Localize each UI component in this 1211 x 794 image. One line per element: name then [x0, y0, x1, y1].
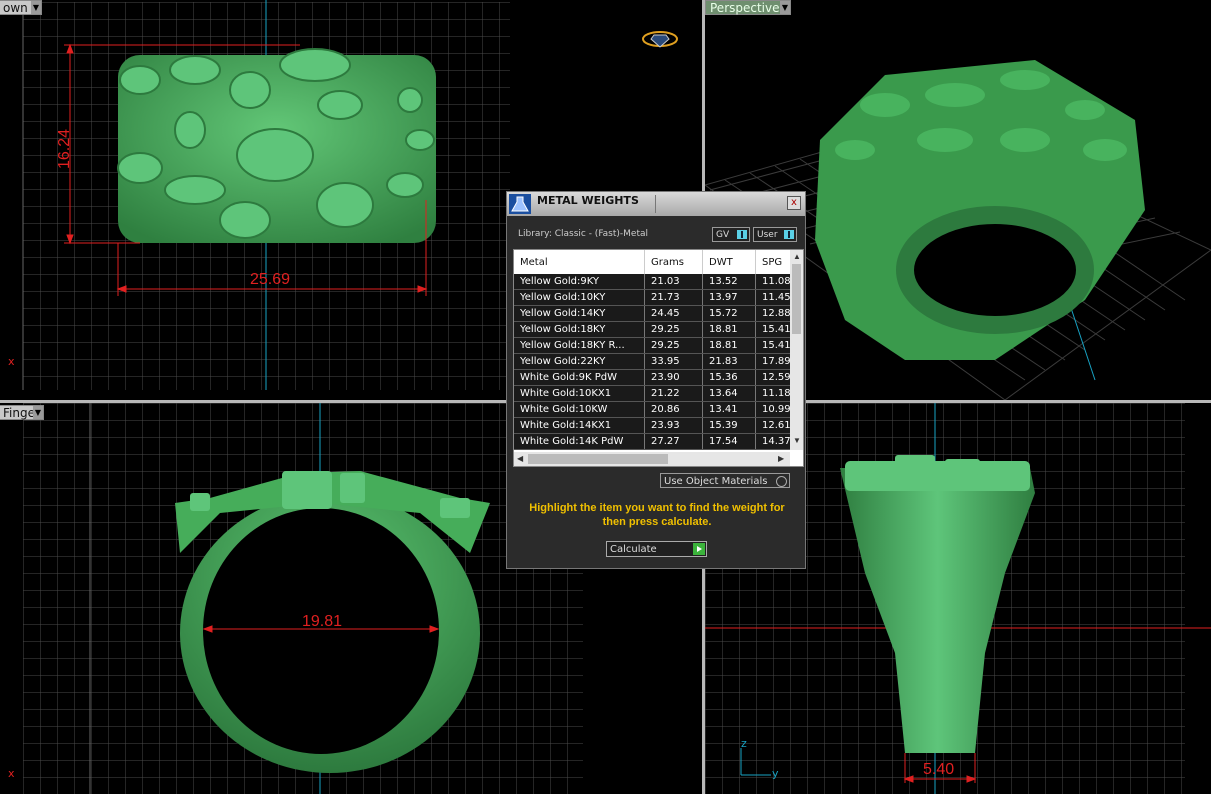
metal-cell: Yellow Gold:22KY: [514, 353, 645, 370]
dwt-cell: 13.52: [702, 274, 756, 290]
gv-label: GV: [716, 230, 730, 240]
top-view-tab[interactable]: own ▼: [0, 0, 42, 15]
horizontal-scroll-thumb[interactable]: [528, 454, 668, 464]
z-axis-label: z: [741, 737, 747, 750]
metal-cell: White Gold:14KX1: [514, 417, 645, 434]
table-row[interactable]: Yellow Gold:9KY 21.03 13.52 11.08: [514, 274, 796, 290]
dwt-cell: 13.97: [702, 289, 756, 306]
metal-table[interactable]: Metal Grams DWT SPG Yellow Gold:9KY 21.03…: [513, 249, 804, 467]
dwt-cell: 15.72: [702, 305, 756, 322]
metal-cell: White Gold:10KX1: [514, 385, 645, 402]
table-row[interactable]: White Gold:14K PdW 27.27 17.54 14.37: [514, 433, 796, 450]
calculate-label: Calculate: [610, 544, 657, 555]
dwt-cell: 21.83: [702, 353, 756, 370]
user-label: User: [757, 230, 778, 240]
dwt-cell: 13.64: [702, 385, 756, 402]
top-viewport[interactable]: own ▼ 16.24 25.69 x: [0, 0, 510, 400]
close-icon[interactable]: x: [787, 196, 801, 210]
play-icon[interactable]: [693, 543, 705, 555]
instruction-text: Highlight the item you want to find the …: [529, 502, 785, 528]
perspective-label: Perspective: [710, 1, 780, 15]
chevron-down-icon[interactable]: ▼: [780, 1, 790, 14]
height-dimension: 16.24: [56, 128, 74, 170]
dwt-cell: 18.81: [702, 321, 756, 338]
table-row[interactable]: White Gold:14KX1 23.93 15.39 12.61: [514, 417, 796, 434]
metal-cell: White Gold:9K PdW: [514, 369, 645, 386]
metal-cell: Yellow Gold:10KY: [514, 289, 645, 306]
metal-cell: Yellow Gold:18KY: [514, 321, 645, 338]
dwt-cell: 17.54: [702, 433, 756, 450]
use-object-materials-button[interactable]: Use Object Materials: [660, 473, 790, 488]
metal-weights-dialog[interactable]: METAL WEIGHTS x Library: Classic - (Fast…: [506, 191, 806, 569]
library-label: Library: Classic - (Fast)-Metal: [518, 229, 649, 239]
width-dimension: 25.69: [250, 271, 291, 288]
gem-logo-icon: [642, 31, 678, 48]
use-object-materials-label: Use Object Materials: [664, 476, 768, 487]
column-header-dwt[interactable]: DWT: [702, 250, 756, 274]
gv-switch-icon: [737, 230, 747, 239]
user-toggle[interactable]: User: [753, 227, 797, 242]
title-separator: [655, 195, 656, 213]
metal-cell: Yellow Gold:18KY R...: [514, 337, 645, 354]
chevron-down-icon[interactable]: ▼: [31, 1, 41, 14]
grams-cell: 29.25: [644, 321, 703, 338]
gv-toggle[interactable]: GV: [712, 227, 750, 242]
inner-diameter-dimension: 19.81: [302, 613, 343, 630]
perspective-tab[interactable]: Perspective ▼: [705, 0, 791, 15]
grams-cell: 27.27: [644, 433, 703, 450]
grams-cell: 23.90: [644, 369, 703, 386]
scroll-up-icon[interactable]: ▲: [793, 252, 801, 261]
top-grid: [22, 0, 510, 390]
top-view-label: own: [3, 1, 28, 15]
user-switch-icon: [784, 230, 794, 239]
metal-cell: White Gold:14K PdW: [514, 433, 645, 450]
dwt-cell: 15.36: [702, 369, 756, 386]
grams-cell: 29.25: [644, 337, 703, 354]
dialog-title-bar[interactable]: METAL WEIGHTS x: [507, 192, 805, 216]
metal-cell: White Gold:10KW: [514, 401, 645, 418]
table-row[interactable]: White Gold:10KX1 21.22 13.64 11.18: [514, 385, 796, 402]
dialog-title: METAL WEIGHTS: [537, 194, 639, 207]
y-axis-label: y: [772, 767, 779, 780]
vertical-scrollbar[interactable]: ▲ ▼: [790, 250, 803, 450]
scroll-down-icon[interactable]: ▼: [793, 436, 801, 445]
grams-cell: 23.93: [644, 417, 703, 434]
metal-cell: Yellow Gold:9KY: [514, 274, 645, 290]
dwt-cell: 13.41: [702, 401, 756, 418]
table-row[interactable]: Yellow Gold:10KY 21.73 13.97 11.45: [514, 289, 796, 306]
dwt-cell: 18.81: [702, 337, 756, 354]
x-axis-label-front: x: [8, 767, 15, 780]
horizontal-scrollbar[interactable]: ◀ ▶: [514, 452, 790, 466]
shank-width-dimension: 5.40: [923, 761, 955, 778]
flask-icon: [509, 194, 531, 214]
front-view-tab[interactable]: Finger ▼: [0, 405, 44, 420]
grams-cell: 24.45: [644, 305, 703, 322]
grams-cell: 21.22: [644, 385, 703, 402]
table-row[interactable]: White Gold:9K PdW 23.90 15.36 12.59: [514, 369, 796, 386]
dwt-cell: 15.39: [702, 417, 756, 434]
scroll-right-icon[interactable]: ▶: [778, 454, 784, 463]
grams-cell: 20.86: [644, 401, 703, 418]
metal-cell: Yellow Gold:14KY: [514, 305, 645, 322]
scroll-left-icon[interactable]: ◀: [517, 454, 523, 463]
grams-cell: 21.03: [644, 274, 703, 290]
radio-icon[interactable]: [776, 476, 787, 487]
column-header-grams[interactable]: Grams: [644, 250, 703, 274]
table-row[interactable]: Yellow Gold:18KY 29.25 18.81 15.41: [514, 321, 796, 338]
vertical-scroll-thumb[interactable]: [792, 264, 801, 334]
calculate-button[interactable]: Calculate: [606, 541, 707, 557]
x-axis-label: x: [8, 355, 15, 368]
table-row[interactable]: Yellow Gold:18KY R... 29.25 18.81 15.41: [514, 337, 796, 354]
table-row[interactable]: White Gold:10KW 20.86 13.41 10.99: [514, 401, 796, 418]
column-header-metal[interactable]: Metal: [514, 250, 645, 274]
table-row[interactable]: Yellow Gold:14KY 24.45 15.72 12.88: [514, 305, 796, 322]
table-row[interactable]: Yellow Gold:22KY 33.95 21.83 17.89: [514, 353, 796, 370]
chevron-down-icon[interactable]: ▼: [33, 406, 43, 419]
grams-cell: 21.73: [644, 289, 703, 306]
grams-cell: 33.95: [644, 353, 703, 370]
table-header: Metal Grams DWT SPG: [514, 250, 796, 274]
